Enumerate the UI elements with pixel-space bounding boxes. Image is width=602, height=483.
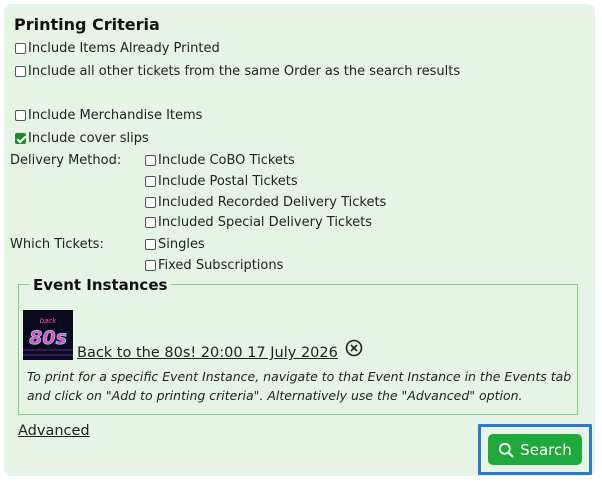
option-label: Fixed Subscriptions	[158, 258, 284, 273]
checkbox-include-merchandise[interactable]	[15, 110, 26, 121]
option-label: Include Merchandise Items	[28, 108, 203, 123]
option-label: Included Recorded Delivery Tickets	[158, 195, 387, 210]
checkbox-postal[interactable]	[145, 176, 156, 187]
event-thumbnail: back 80s	[23, 310, 73, 360]
checkbox-fixed-subscriptions[interactable]	[145, 260, 156, 271]
delivery-cobo[interactable]: Include CoBO Tickets	[145, 153, 295, 168]
which-tickets-label: Which Tickets:	[10, 237, 104, 252]
svg-text:back: back	[40, 317, 58, 325]
event-instances-fieldset: Event Instances back 80s Back to the 80s…	[18, 276, 578, 415]
which-singles[interactable]: Singles	[145, 237, 205, 252]
thumbnail-text: 80s	[29, 327, 67, 349]
delivery-special[interactable]: Included Special Delivery Tickets	[145, 215, 372, 230]
option-label: Include Postal Tickets	[158, 174, 298, 189]
delivery-postal[interactable]: Include Postal Tickets	[145, 174, 298, 189]
checkbox-special[interactable]	[145, 217, 156, 228]
search-icon	[499, 442, 514, 457]
search-button[interactable]: Search	[488, 434, 582, 465]
search-button-label: Search	[520, 440, 572, 459]
checkbox-cobo[interactable]	[145, 155, 156, 166]
option-label: Include all other tickets from the same …	[28, 64, 461, 79]
delivery-recorded[interactable]: Included Recorded Delivery Tickets	[145, 195, 386, 210]
option-include-merchandise[interactable]: Include Merchandise Items	[15, 108, 202, 123]
remove-circle-icon[interactable]	[345, 339, 363, 357]
checkbox-singles[interactable]	[145, 239, 156, 250]
option-label: Included Special Delivery Tickets	[158, 215, 373, 230]
panel-title: Printing Criteria	[14, 15, 160, 34]
delivery-method-label: Delivery Method:	[10, 153, 122, 168]
option-include-same-order[interactable]: Include all other tickets from the same …	[15, 64, 460, 79]
event-instances-legend: Event Instances	[29, 276, 172, 294]
search-button-highlight: Search	[478, 424, 592, 475]
option-label: Singles	[158, 237, 205, 252]
checkbox-include-cover-slips[interactable]	[15, 133, 26, 144]
option-label: Include CoBO Tickets	[158, 153, 295, 168]
option-label: Include Items Already Printed	[28, 41, 220, 56]
which-fixed-subscriptions[interactable]: Fixed Subscriptions	[145, 258, 283, 273]
event-instances-help-text: To print for a specific Event Instance, …	[27, 369, 572, 403]
option-label: Include cover slips	[28, 131, 149, 146]
advanced-link[interactable]: Advanced	[18, 423, 90, 439]
checkbox-recorded[interactable]	[145, 197, 156, 208]
option-include-printed[interactable]: Include Items Already Printed	[15, 41, 220, 56]
checkbox-include-same-order[interactable]	[15, 66, 26, 77]
event-instance-link[interactable]: Back to the 80s! 20:00 17 July 2026	[77, 345, 338, 361]
option-include-cover-slips[interactable]: Include cover slips	[15, 131, 149, 146]
checkbox-include-printed[interactable]	[15, 43, 26, 54]
